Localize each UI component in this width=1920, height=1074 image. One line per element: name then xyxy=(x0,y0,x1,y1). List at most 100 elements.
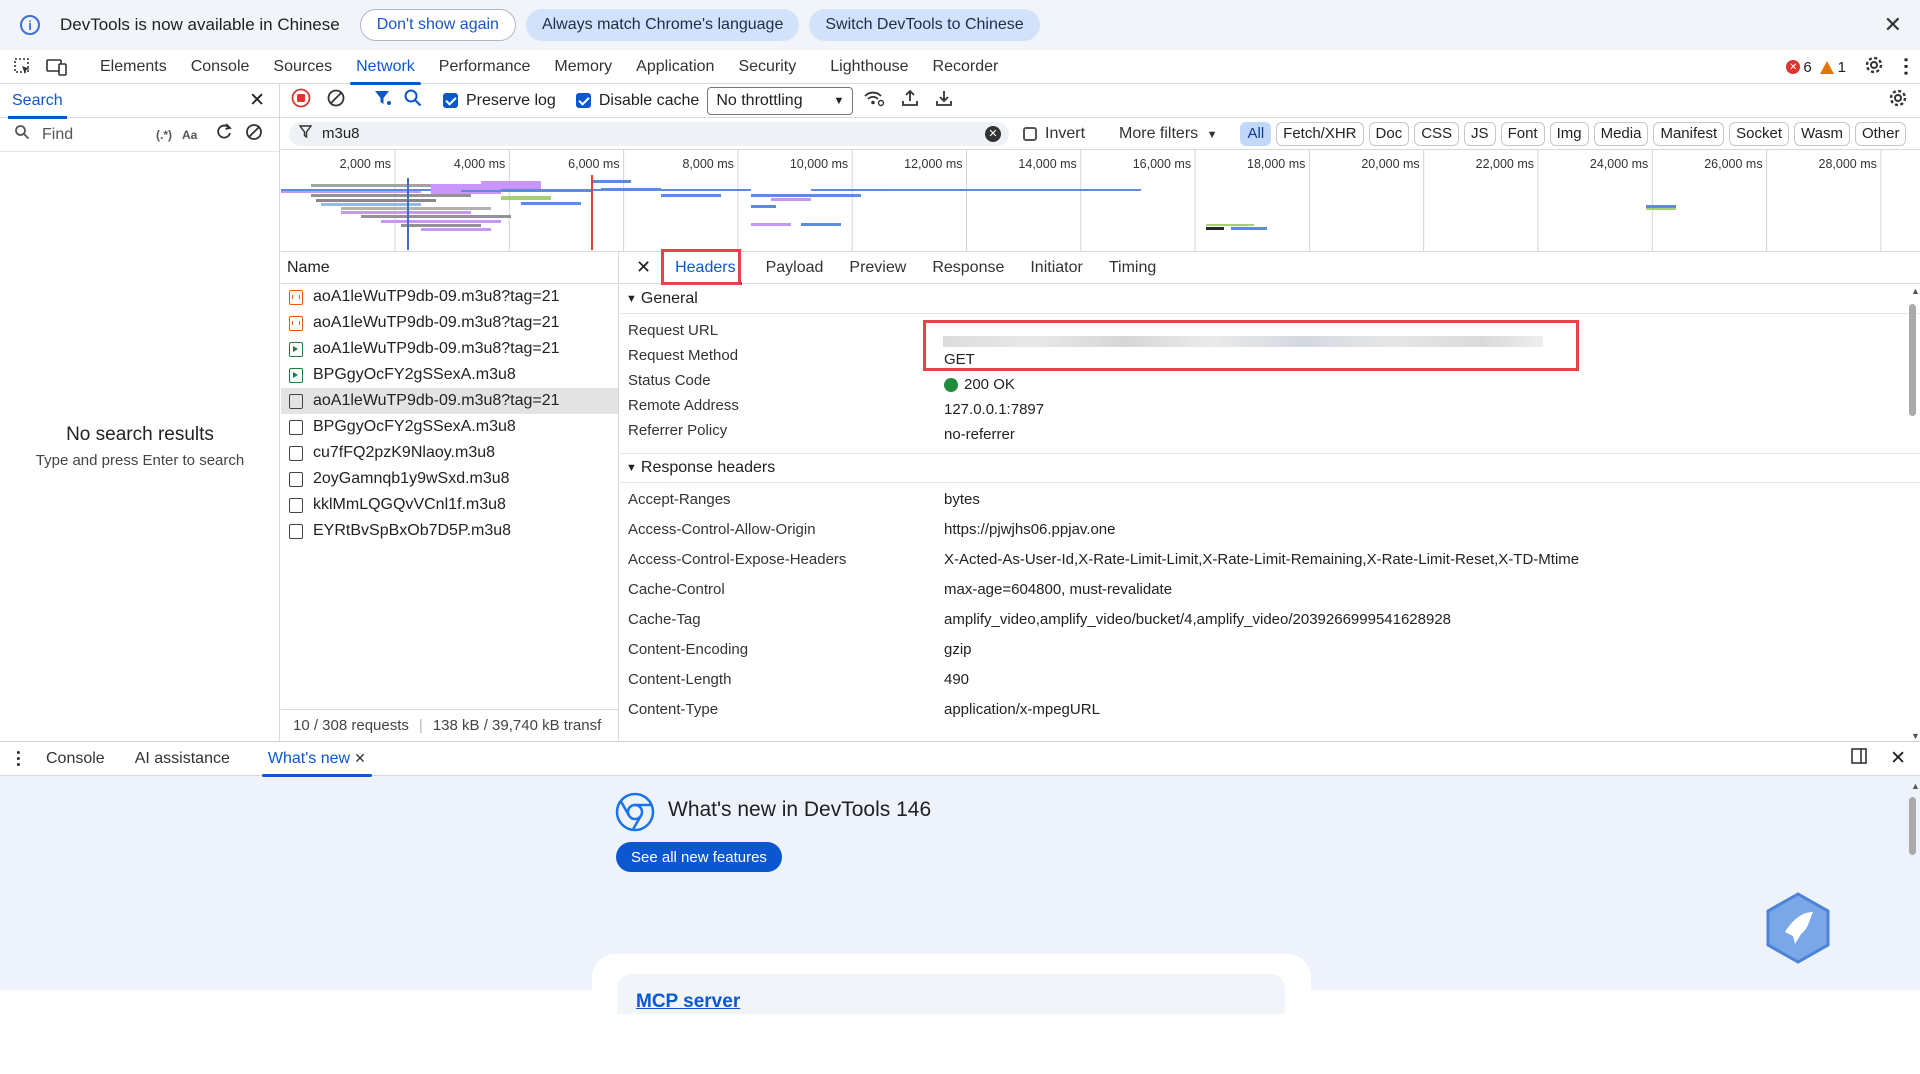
mcp-server-link[interactable]: MCP server xyxy=(636,991,740,1013)
always-match-language-button[interactable]: Always match Chrome's language xyxy=(525,9,800,41)
import-har-icon[interactable] xyxy=(901,89,919,112)
drawer-tab-ai-assistance[interactable]: AI assistance xyxy=(123,742,242,776)
search-network-icon[interactable] xyxy=(403,88,423,113)
filter-icon[interactable] xyxy=(373,88,393,113)
type-filter-img[interactable]: Img xyxy=(1549,121,1589,146)
error-count[interactable]: 6 xyxy=(1803,59,1811,76)
settings-gear-icon[interactable] xyxy=(1864,55,1884,80)
type-filter-fetch-xhr[interactable]: Fetch/XHR xyxy=(1276,121,1364,146)
redacted-url-blur xyxy=(943,336,1543,347)
close-icon[interactable]: ✕ xyxy=(1884,12,1902,38)
switch-to-chinese-button[interactable]: Switch DevTools to Chinese xyxy=(809,9,1040,41)
ai-mascot-bird-icon[interactable] xyxy=(1765,892,1831,969)
general-section-header[interactable]: ▼ General xyxy=(620,284,1920,314)
search-panel-tab[interactable]: Search xyxy=(8,84,67,119)
type-filter-all[interactable]: All xyxy=(1240,121,1272,146)
tab-network[interactable]: Network xyxy=(344,50,427,85)
type-filter-wasm[interactable]: Wasm xyxy=(1794,121,1850,146)
tab-response[interactable]: Response xyxy=(922,252,1014,284)
tab-sources[interactable]: Sources xyxy=(261,50,344,84)
refresh-icon[interactable] xyxy=(215,123,233,146)
header-value: X-Acted-As-User-Id,X-Rate-Limit-Limit,X-… xyxy=(944,551,1580,568)
invert-label[interactable]: Invert xyxy=(1045,125,1085,143)
type-filter-media[interactable]: Media xyxy=(1593,121,1649,146)
type-filter-font[interactable]: Font xyxy=(1500,121,1545,146)
type-filter-js[interactable]: JS xyxy=(1464,121,1496,146)
inspect-element-icon[interactable] xyxy=(12,56,34,78)
type-filter-css[interactable]: CSS xyxy=(1414,121,1460,146)
drawer-tab-whats-new[interactable]: What's new ✕ xyxy=(256,742,378,777)
type-filter-socket[interactable]: Socket xyxy=(1729,121,1790,146)
request-row[interactable]: 2oyGamnqb1y9wSxd.m3u8 xyxy=(281,466,618,492)
request-name: aoA1leWuTP9db-09.m3u8?tag=21 xyxy=(313,392,560,409)
response-header-row: Access-Control-Expose-Headers X-Acted-As-… xyxy=(620,551,1920,581)
regex-toggle[interactable]: (.*) xyxy=(156,128,172,142)
request-row[interactable]: kklMmLQGQvVCnl1f.m3u8 xyxy=(281,492,618,518)
request-row[interactable]: BPGgyOcFY2gSSexA.m3u8 xyxy=(281,414,618,440)
more-options-icon[interactable]: ··· xyxy=(1894,57,1916,77)
tab-application[interactable]: Application xyxy=(624,50,726,84)
search-find-input[interactable]: Find xyxy=(42,126,142,144)
request-row[interactable]: EYRtBvSpBxOb7D5P.m3u8 xyxy=(281,518,618,544)
warning-icon[interactable] xyxy=(1819,60,1834,74)
request-name: aoA1leWuTP9db-09.m3u8?tag=21 xyxy=(313,314,560,331)
drawer-tab-console[interactable]: Console xyxy=(34,742,117,776)
clear-search-icon[interactable] xyxy=(245,123,263,146)
tab-performance[interactable]: Performance xyxy=(427,50,543,84)
whats-new-title: What's new in DevTools 146 xyxy=(668,798,932,821)
tab-initiator[interactable]: Initiator xyxy=(1020,252,1092,284)
preserve-log-checkbox[interactable] xyxy=(443,93,458,108)
clear-filter-icon[interactable]: ✕ xyxy=(985,125,1001,142)
detail-scrollbar[interactable]: ▲ ▼ xyxy=(1906,286,1920,741)
drawer-menu-icon[interactable]: ··· xyxy=(8,750,28,768)
tab-security[interactable]: Security xyxy=(726,50,808,84)
tab-elements[interactable]: Elements xyxy=(88,50,179,84)
see-all-features-button[interactable]: See all new features xyxy=(616,842,782,872)
header-value-text: no-referrer xyxy=(944,426,1015,443)
more-filters-button[interactable]: More filters ▼ xyxy=(1119,125,1217,143)
type-filter-doc[interactable]: Doc xyxy=(1368,121,1410,146)
tab-preview[interactable]: Preview xyxy=(839,252,916,284)
tab-payload[interactable]: Payload xyxy=(756,252,834,284)
tab-timing[interactable]: Timing xyxy=(1099,252,1166,284)
stop-recording-icon[interactable] xyxy=(291,88,311,113)
request-row[interactable]: cu7fFQ2pzK9Nlaoy.m3u8 xyxy=(281,440,618,466)
name-column-header[interactable]: Name xyxy=(281,252,618,284)
network-conditions-icon[interactable] xyxy=(863,88,885,113)
warning-count[interactable]: 1 xyxy=(1838,59,1846,76)
close-tab-icon[interactable]: ✕ xyxy=(354,750,366,767)
disable-cache-label[interactable]: Disable cache xyxy=(599,92,700,110)
request-row[interactable]: aoA1leWuTP9db-09.m3u8?tag=21 xyxy=(281,310,618,336)
disable-cache-checkbox[interactable] xyxy=(575,93,591,108)
throttling-select[interactable]: No throttling ▼ xyxy=(707,86,854,115)
match-case-toggle[interactable]: Aa xyxy=(182,128,197,142)
header-value: amplify_video,amplify_video/bucket/4,amp… xyxy=(944,611,1452,628)
response-headers-section-header[interactable]: ▼ Response headers xyxy=(620,453,1920,483)
close-search-icon[interactable]: ✕ xyxy=(249,89,265,112)
tab-recorder[interactable]: Recorder xyxy=(921,50,1011,84)
request-row[interactable]: aoA1leWuTP9db-09.m3u8?tag=21 xyxy=(281,336,618,362)
dont-show-again-button[interactable]: Don't show again xyxy=(359,9,516,41)
type-filter-other[interactable]: Other xyxy=(1854,121,1907,146)
type-filter-manifest[interactable]: Manifest xyxy=(1653,121,1725,146)
export-har-icon[interactable] xyxy=(935,89,953,112)
error-icon[interactable]: ✕ xyxy=(1786,60,1801,74)
close-drawer-icon[interactable]: ✕ xyxy=(1890,747,1906,770)
tab-lighthouse[interactable]: Lighthouse xyxy=(818,50,920,84)
device-toolbar-icon[interactable] xyxy=(46,56,68,78)
preserve-log-label[interactable]: Preserve log xyxy=(466,92,556,110)
network-settings-gear-icon[interactable] xyxy=(1888,88,1908,113)
request-row[interactable]: aoA1leWuTP9db-09.m3u8?tag=21 xyxy=(281,284,618,310)
dock-side-icon[interactable] xyxy=(1850,747,1868,770)
tab-memory[interactable]: Memory xyxy=(542,50,624,84)
invert-checkbox[interactable] xyxy=(1023,126,1037,141)
header-key: Request Method xyxy=(628,347,739,364)
request-row[interactable]: aoA1leWuTP9db-09.m3u8?tag=21 xyxy=(281,388,618,414)
request-row[interactable]: BPGgyOcFY2gSSexA.m3u8 xyxy=(281,362,618,388)
tab-console[interactable]: Console xyxy=(179,50,262,84)
close-detail-icon[interactable]: ✕ xyxy=(636,257,651,278)
drawer-scrollbar[interactable]: ▲ xyxy=(1906,781,1920,986)
filter-input[interactable]: m3u8 ✕ xyxy=(289,121,1009,146)
clear-log-icon[interactable] xyxy=(327,89,345,112)
network-overview-timeline[interactable]: 2,000 ms 4,000 ms 6,000 ms 8,000 ms 10,000 m… xyxy=(281,150,1920,252)
